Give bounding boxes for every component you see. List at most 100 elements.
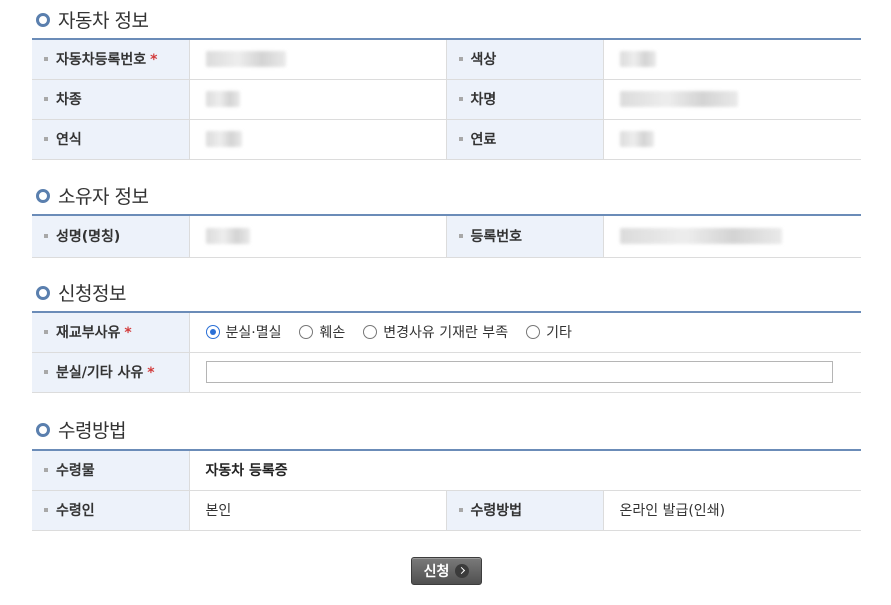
receipt-method-value: 온라인 발급(인쇄) bbox=[603, 490, 862, 531]
vehicle-fuel-value bbox=[603, 119, 861, 160]
vehicle-name-value bbox=[603, 79, 861, 120]
owner-name-label: 성명(명칭) bbox=[32, 215, 190, 258]
table-row: 자동차등록번호 * 색상 bbox=[32, 39, 861, 80]
label-text: 색상 bbox=[470, 52, 497, 69]
vehicle-year-label: 연식 bbox=[32, 119, 190, 160]
section-title-vehicle-text: 자동차 정보 bbox=[58, 10, 149, 32]
redacted-value bbox=[205, 51, 286, 68]
table-row: 성명(명칭) 등록번호 bbox=[32, 215, 861, 258]
circle-bullet-icon bbox=[36, 285, 50, 300]
vehicle-reg-no-label: 자동차등록번호 * bbox=[32, 39, 190, 80]
table-row: 연식 연료 bbox=[32, 119, 861, 160]
label-text: 성명(명칭) bbox=[56, 229, 121, 246]
reason-option-other[interactable]: 기타 bbox=[526, 322, 572, 342]
square-dot-icon bbox=[458, 57, 463, 62]
square-dot-icon bbox=[44, 370, 48, 374]
reason-label: 재교부사유 * bbox=[32, 312, 190, 353]
reason-option-lost[interactable]: 분실·멸실 bbox=[205, 322, 282, 342]
radio-button[interactable] bbox=[363, 325, 378, 340]
section-title-owner: 소유자 정보 bbox=[36, 182, 149, 209]
redacted-value bbox=[205, 91, 240, 107]
required-mark: * bbox=[124, 325, 132, 342]
submit-button-label: 신청 bbox=[423, 564, 450, 580]
owner-reg-no-label: 등록번호 bbox=[446, 215, 604, 258]
redacted-value bbox=[205, 228, 250, 245]
label-text: 연료 bbox=[470, 132, 497, 148]
label-text: 차종 bbox=[56, 92, 82, 108]
square-dot-icon bbox=[44, 57, 48, 62]
table-row: 재교부사유 * 분실·멸실 훼손 변경사유 기재란 부족 기타 bbox=[32, 312, 862, 353]
section-title-vehicle: 자동차 정보 bbox=[36, 6, 149, 33]
section-title-application-text: 신청정보 bbox=[58, 283, 126, 305]
label-text: 차명 bbox=[470, 92, 497, 108]
reason-option-damaged[interactable]: 훼손 bbox=[299, 322, 345, 342]
required-mark: * bbox=[150, 52, 158, 69]
label-text: 수령방법 bbox=[470, 503, 523, 519]
radio-button[interactable] bbox=[526, 325, 541, 340]
table-row: 수령물 자동차 등록증 bbox=[32, 450, 862, 491]
detail-reason-input[interactable] bbox=[205, 361, 833, 383]
square-dot-icon bbox=[44, 234, 48, 239]
vehicle-reg-no-value bbox=[189, 39, 447, 80]
label-text: 재교부사유 bbox=[56, 325, 121, 342]
radio-button-checked[interactable] bbox=[205, 325, 220, 340]
radio-button[interactable] bbox=[299, 325, 314, 340]
receiver-label: 수령인 bbox=[32, 490, 190, 531]
circle-bullet-icon bbox=[36, 188, 50, 203]
submit-button[interactable]: 신청 bbox=[411, 557, 482, 585]
circle-bullet-icon bbox=[36, 422, 50, 437]
vehicle-info-table: 자동차등록번호 * 색상 차종 차명 연식 연료 bbox=[32, 38, 861, 160]
vehicle-fuel-label: 연료 bbox=[446, 119, 604, 160]
receiver-value: 본인 bbox=[189, 490, 447, 531]
vehicle-name-label: 차명 bbox=[446, 79, 604, 120]
square-dot-icon bbox=[458, 137, 463, 141]
chevron-right-icon bbox=[455, 564, 470, 578]
receipt-item-value: 자동차 등록증 bbox=[189, 450, 862, 491]
vehicle-type-value bbox=[189, 79, 447, 120]
square-dot-icon bbox=[44, 137, 48, 141]
section-title-owner-text: 소유자 정보 bbox=[58, 186, 149, 208]
square-dot-icon bbox=[458, 97, 463, 101]
label-text: 자동차등록번호 bbox=[56, 52, 147, 69]
reason-options: 분실·멸실 훼손 변경사유 기재란 부족 기타 bbox=[189, 312, 862, 353]
table-row: 수령인 본인 수령방법 온라인 발급(인쇄) bbox=[32, 490, 862, 531]
redacted-value bbox=[619, 228, 782, 245]
square-dot-icon bbox=[44, 97, 48, 101]
square-dot-icon bbox=[44, 508, 48, 512]
owner-name-value bbox=[189, 215, 447, 258]
label-text: 수령인 bbox=[56, 503, 95, 519]
redacted-value bbox=[205, 131, 242, 147]
detail-label: 분실/기타 사유 * bbox=[32, 352, 190, 393]
table-row: 차종 차명 bbox=[32, 79, 861, 120]
radio-label: 기타 bbox=[546, 325, 572, 342]
square-dot-icon bbox=[44, 468, 48, 473]
circle-bullet-icon bbox=[36, 12, 50, 27]
radio-label: 분실·멸실 bbox=[225, 325, 282, 342]
vehicle-type-label: 차종 bbox=[32, 79, 190, 120]
vehicle-year-value bbox=[189, 119, 447, 160]
redacted-value bbox=[619, 91, 738, 107]
section-title-receipt-text: 수령방법 bbox=[58, 420, 126, 442]
vehicle-color-label: 색상 bbox=[446, 39, 604, 80]
receipt-info-table: 수령물 자동차 등록증 수령인 본인 수령방법 온라인 발급(인쇄) bbox=[32, 449, 862, 531]
label-text: 등록번호 bbox=[470, 229, 523, 246]
reason-option-insufficient-space[interactable]: 변경사유 기재란 부족 bbox=[363, 322, 508, 342]
section-title-receipt: 수령방법 bbox=[36, 416, 126, 443]
square-dot-icon bbox=[44, 330, 48, 335]
vehicle-color-value bbox=[603, 39, 861, 80]
label-text: 연식 bbox=[56, 132, 82, 148]
table-row: 분실/기타 사유 * bbox=[32, 352, 861, 393]
owner-reg-no-value bbox=[603, 215, 861, 258]
redacted-value bbox=[619, 131, 654, 147]
required-mark: * bbox=[147, 365, 155, 381]
redacted-value bbox=[619, 51, 656, 68]
owner-info-table: 성명(명칭) 등록번호 bbox=[32, 214, 861, 258]
square-dot-icon bbox=[458, 508, 463, 512]
section-title-application: 신청정보 bbox=[36, 279, 126, 306]
label-text: 분실/기타 사유 bbox=[56, 365, 144, 381]
receipt-item-label: 수령물 bbox=[32, 450, 190, 491]
radio-label: 변경사유 기재란 부족 bbox=[383, 325, 509, 342]
reason-radio-group: 분실·멸실 훼손 변경사유 기재란 부족 기타 bbox=[205, 322, 862, 342]
receipt-method-label: 수령방법 bbox=[446, 490, 604, 531]
square-dot-icon bbox=[458, 234, 463, 239]
